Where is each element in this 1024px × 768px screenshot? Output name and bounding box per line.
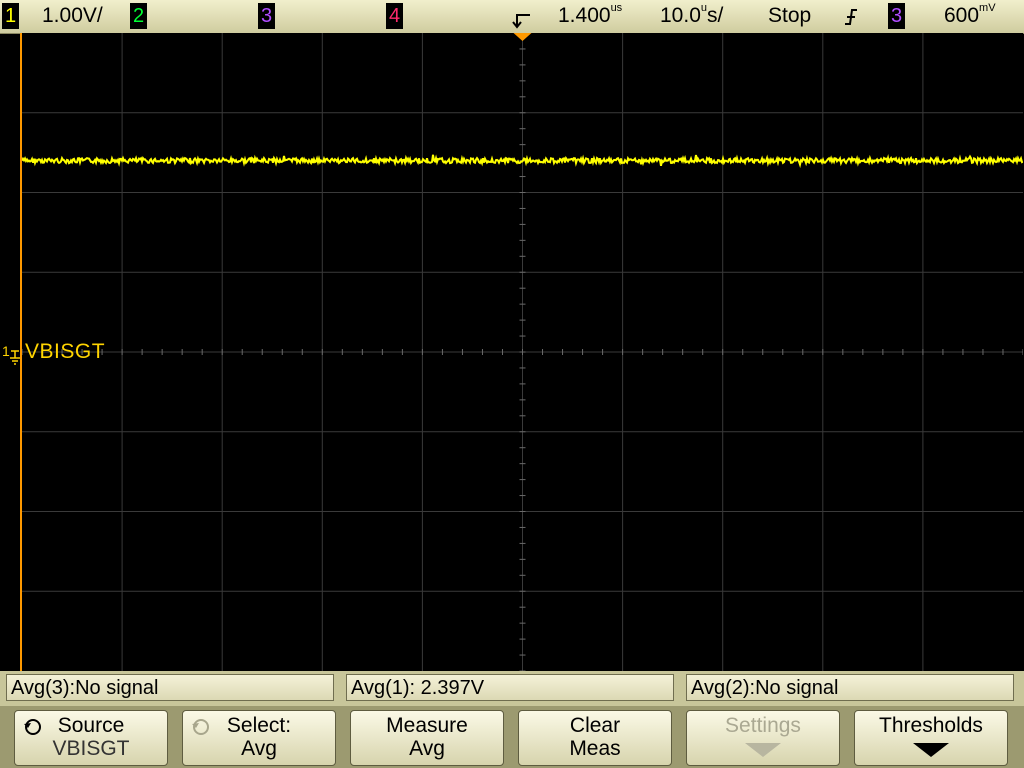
trigger-level-unit: mV [979, 2, 996, 14]
timebase-value: 10.0us/ [660, 2, 724, 28]
waveform-display[interactable] [22, 33, 1023, 671]
timebase-number: 10.0 [660, 4, 701, 27]
trigger-level-number: 600 [944, 4, 980, 27]
thresholds-softkey-label: Thresholds [879, 714, 983, 737]
channel-1-badge[interactable]: 1 [2, 3, 19, 29]
timebase-prefix: u [700, 2, 707, 14]
measurement-3: Avg(2):No signal [686, 674, 1014, 701]
entry-knob-icon [192, 719, 209, 735]
submenu-arrow-icon [745, 743, 781, 757]
select-softkey-label: Select: [226, 714, 292, 737]
source-softkey[interactable]: Source VBISGT [14, 710, 168, 766]
measurement-1: Avg(3):No signal [6, 674, 334, 701]
trigger-source-badge[interactable]: 3 [888, 3, 905, 29]
run-state: Stop [768, 4, 812, 27]
measurement-2: Avg(1): 2.397V [346, 674, 674, 701]
channel-1-label: VBISGT [25, 340, 106, 363]
graticule [22, 33, 1023, 671]
clear-meas-softkey-label: Clear [569, 714, 621, 737]
measurement-bar: Avg(3):No signal Avg(1): 2.397V Avg(2):N… [0, 671, 1024, 706]
rising-edge-icon [845, 9, 857, 25]
delay-number: 1.400 [558, 4, 611, 27]
channel-4-badge[interactable]: 4 [386, 3, 403, 29]
softkey-bar: Source VBISGT Select: Avg Measure Avg Cl… [0, 706, 1024, 768]
submenu-arrow-icon [913, 743, 949, 757]
source-softkey-label: Source [57, 714, 125, 737]
entry-knob-icon [24, 719, 41, 735]
trigger-level: 600mV [944, 2, 996, 28]
status-bar: 1 1.00V/ 2 3 4 1.400us 10.0us/ Stop 3 60… [0, 0, 1024, 34]
thresholds-softkey[interactable]: Thresholds [854, 710, 1008, 766]
select-softkey-value: Avg [241, 737, 277, 760]
source-softkey-value: VBISGT [52, 737, 130, 760]
measure-softkey[interactable]: Measure Avg [350, 710, 504, 766]
delay-unit: us [610, 2, 623, 14]
channel-2-badge[interactable]: 2 [130, 3, 147, 29]
settings-softkey-label: Settings [725, 714, 801, 737]
delay-value: 1.400us [558, 2, 623, 28]
clear-meas-softkey-value: Meas [569, 737, 621, 760]
settings-softkey[interactable]: Settings [686, 710, 840, 766]
timebase-unit: s/ [707, 4, 724, 27]
delay-marker-icon [512, 14, 530, 29]
measure-softkey-label: Measure [386, 714, 468, 737]
channel-3-badge[interactable]: 3 [258, 3, 275, 29]
clear-meas-softkey[interactable]: Clear Meas [518, 710, 672, 766]
channel-1-scale: 1.00V/ [42, 4, 103, 27]
measure-softkey-value: Avg [409, 737, 445, 760]
trigger-position-marker [513, 33, 532, 41]
channel-1-ground-icon: 1 [2, 343, 20, 365]
ground-marker-number: 1 [2, 343, 10, 359]
select-softkey[interactable]: Select: Avg [182, 710, 336, 766]
